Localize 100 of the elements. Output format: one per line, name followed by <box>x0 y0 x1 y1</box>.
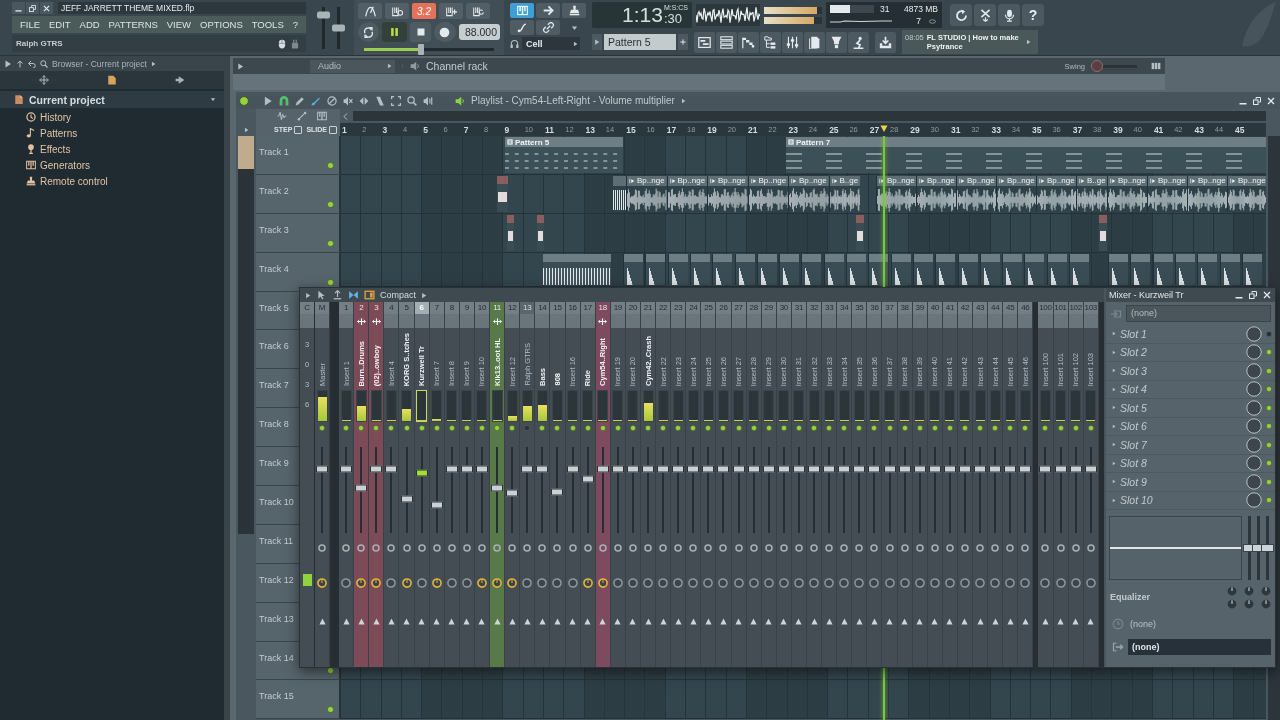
fader-thumb[interactable] <box>626 465 639 472</box>
knob-icon[interactable] <box>507 578 518 588</box>
knob-icon[interactable] <box>492 578 503 588</box>
close-icon[interactable] <box>1267 96 1275 105</box>
led-icon[interactable] <box>871 425 878 431</box>
knob-icon[interactable] <box>658 578 669 588</box>
pattern-clip[interactable] <box>912 253 933 285</box>
track-header[interactable]: Track 12 <box>256 563 299 603</box>
pattern-clip[interactable] <box>846 253 866 285</box>
channel-number[interactable]: 22 <box>656 302 671 314</box>
knob-icon[interactable] <box>809 578 820 588</box>
led-icon[interactable] <box>494 425 501 431</box>
pattern-menu-button[interactable] <box>592 34 602 50</box>
led-icon[interactable] <box>1266 460 1272 467</box>
pattern-clip[interactable] <box>1219 253 1240 285</box>
restore-button[interactable] <box>26 2 39 14</box>
pattern-clip[interactable]: Pattern 7 <box>786 137 1266 173</box>
channel-number[interactable]: 12 <box>505 302 520 314</box>
knob-icon[interactable] <box>1246 344 1262 361</box>
pattern-clip[interactable] <box>935 253 956 285</box>
knob-icon[interactable] <box>703 578 714 588</box>
led-icon[interactable] <box>826 425 833 431</box>
audio-clip[interactable]: Bp..nge <box>788 175 829 212</box>
play-button[interactable] <box>382 22 408 42</box>
led-icon[interactable] <box>327 239 334 247</box>
menu-item[interactable]: ADD <box>79 19 100 30</box>
fader-thumb[interactable] <box>642 465 654 472</box>
cross-arrows-icon[interactable] <box>491 316 503 326</box>
wave-icon[interactable] <box>276 111 288 121</box>
knob-icon[interactable] <box>431 578 442 588</box>
channel-number[interactable]: 23 <box>671 302 686 314</box>
download-button[interactable] <box>875 31 896 53</box>
add-pattern-button[interactable] <box>678 34 688 50</box>
led-icon[interactable] <box>539 425 546 431</box>
toggle-button[interactable] <box>536 3 560 18</box>
audio-clip[interactable]: Bp..nge <box>956 175 996 212</box>
led-icon[interactable] <box>977 425 984 431</box>
toggle-button[interactable] <box>385 3 409 19</box>
fader-thumb[interactable] <box>898 465 911 472</box>
led-icon[interactable] <box>373 425 380 431</box>
menu-item[interactable]: EDIT <box>49 19 71 30</box>
knob-icon[interactable] <box>1246 436 1262 453</box>
effect-slot[interactable]: Slot 9 <box>1106 473 1275 492</box>
led-icon[interactable] <box>1057 425 1064 431</box>
scroll-thumb[interactable] <box>238 136 254 169</box>
track-header[interactable]: Track 5 <box>256 291 299 331</box>
horizontal-scrollbar[interactable] <box>353 111 1266 121</box>
knob-icon[interactable] <box>446 578 457 588</box>
led-icon[interactable] <box>569 425 576 431</box>
tree-item[interactable]: Generators <box>21 157 224 173</box>
audio-clip[interactable] <box>613 175 626 212</box>
knob-icon[interactable] <box>341 578 352 588</box>
led-icon[interactable] <box>1007 425 1014 431</box>
knob-icon[interactable] <box>1246 455 1262 472</box>
led-icon[interactable] <box>403 425 410 431</box>
fader-thumb[interactable] <box>1019 465 1032 472</box>
track-header[interactable]: Track 4 <box>256 252 340 292</box>
speaker-icon[interactable] <box>455 95 465 106</box>
pattern-clip[interactable]: Pattern 5 <box>505 137 623 173</box>
effect-slot[interactable]: Slot 10 <box>1106 491 1275 510</box>
sliders-button[interactable] <box>782 31 803 53</box>
slider-thumb[interactable] <box>332 24 345 32</box>
audio-clip[interactable] <box>1099 214 1107 251</box>
pattern-clip[interactable] <box>1152 253 1173 285</box>
effect-slot[interactable]: Slot 1 <box>1106 325 1275 344</box>
pattern-clip[interactable] <box>623 253 643 285</box>
track-header[interactable]: Track 13 <box>256 602 299 642</box>
led-icon[interactable] <box>554 425 561 431</box>
caret-icon[interactable] <box>421 291 427 299</box>
knob-icon[interactable] <box>960 578 970 588</box>
knob-icon[interactable] <box>1246 473 1262 490</box>
led-icon[interactable] <box>1266 441 1272 448</box>
pattern-clip[interactable] <box>779 253 800 285</box>
audio-clip[interactable] <box>507 214 514 251</box>
led-icon[interactable] <box>629 425 636 431</box>
pattern-clip[interactable] <box>1108 253 1128 285</box>
fader-thumb[interactable] <box>415 469 428 477</box>
close-icon[interactable] <box>1263 291 1271 299</box>
led-icon[interactable] <box>1087 425 1094 431</box>
channel-number[interactable]: 34 <box>837 302 852 314</box>
knob-icon[interactable] <box>1227 585 1237 596</box>
led-icon[interactable] <box>1266 386 1272 393</box>
channel-number[interactable]: 1 <box>339 302 354 314</box>
cross-arrows-icon[interactable] <box>355 316 367 326</box>
audio-clip[interactable]: Bp..nge <box>707 175 748 212</box>
knob-icon[interactable] <box>401 578 412 588</box>
slider-thumb[interactable] <box>317 11 330 19</box>
track-header[interactable]: Track 1 <box>256 136 340 175</box>
fader-thumb[interactable] <box>913 465 926 472</box>
help-button[interactable]: ? <box>1022 4 1044 26</box>
pattern-clip[interactable] <box>1024 253 1045 285</box>
output-field[interactable]: (none) <box>1128 639 1271 655</box>
search-icon[interactable] <box>407 95 417 106</box>
knob-icon[interactable] <box>763 578 774 588</box>
led-icon[interactable] <box>765 425 772 431</box>
channel-number[interactable]: 11 <box>490 302 505 314</box>
led-icon[interactable] <box>946 425 953 431</box>
fader-thumb[interactable] <box>1004 465 1017 472</box>
no-entry-icon[interactable] <box>327 95 337 106</box>
caret-icon[interactable] <box>305 291 311 299</box>
